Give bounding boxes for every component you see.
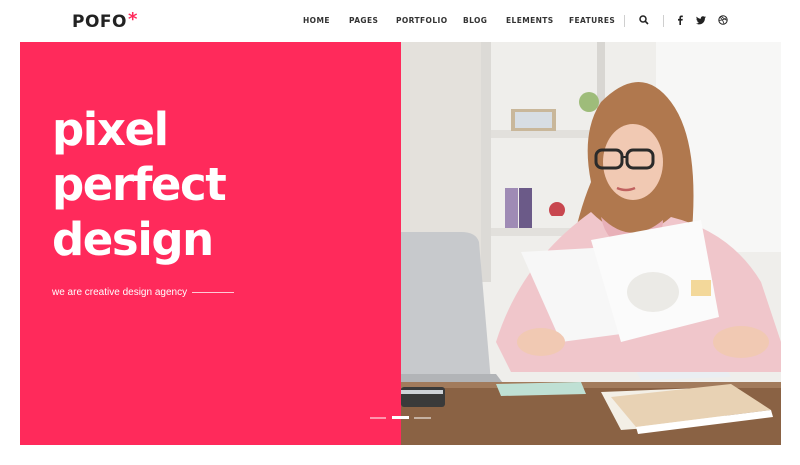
hero-headline: pixel perfect design: [52, 102, 227, 267]
tagline-line: [192, 292, 235, 293]
nav-home[interactable]: HOME: [303, 16, 330, 25]
nav-blog[interactable]: BLOG: [463, 16, 487, 25]
social-divider: [663, 15, 664, 27]
tagline-row: we are creative design agency: [52, 287, 235, 298]
hero-tagline: we are creative design agency: [52, 287, 188, 298]
hero-image: [401, 42, 781, 445]
dribbble-icon[interactable]: [716, 13, 730, 27]
slider-dot-1[interactable]: [370, 417, 386, 419]
nav-portfolio[interactable]: PORTFOLIO: [396, 16, 447, 25]
slider-dot-2-active[interactable]: [392, 416, 409, 419]
nav-features[interactable]: FEATURES: [569, 16, 615, 25]
headline-line: design: [52, 213, 214, 266]
nav-pages[interactable]: PAGES: [349, 16, 378, 25]
logo-asterisk: *: [127, 9, 138, 30]
site-header: POFO* HOME PAGES PORTFOLIO BLOG ELEMENTS…: [0, 0, 800, 42]
nav-elements[interactable]: ELEMENTS: [506, 16, 554, 25]
logo-text: POFO: [72, 12, 127, 32]
headline-line: pixel: [52, 103, 169, 156]
headline-line: perfect: [52, 158, 227, 211]
facebook-icon[interactable]: [673, 13, 687, 27]
hero-illustration: [401, 42, 781, 445]
nav-divider: [624, 15, 625, 27]
logo[interactable]: POFO*: [72, 9, 138, 32]
search-icon[interactable]: [637, 13, 651, 27]
page: POFO* HOME PAGES PORTFOLIO BLOG ELEMENTS…: [0, 0, 800, 465]
twitter-icon[interactable]: [694, 13, 708, 27]
slider-dot-3[interactable]: [414, 417, 431, 419]
